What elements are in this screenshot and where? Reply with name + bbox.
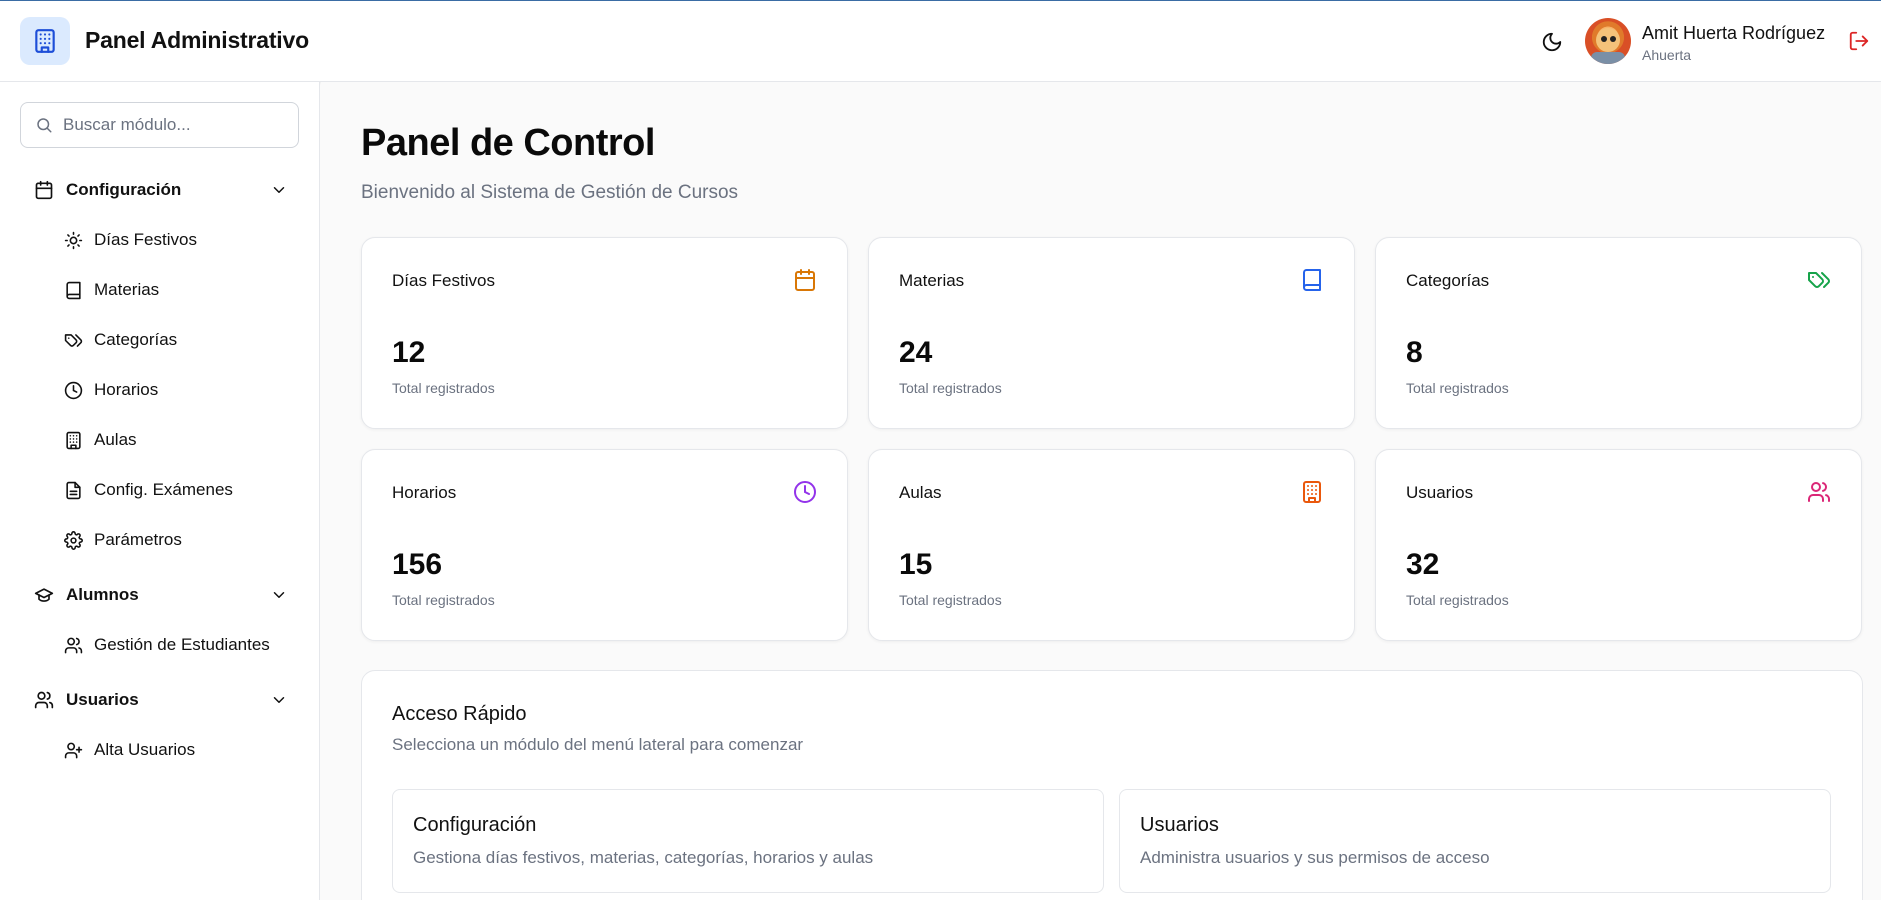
stat-card-title: Aulas — [899, 483, 942, 502]
stat-card-title: Usuarios — [1406, 483, 1474, 502]
quick-access-subtitle: Selecciona un módulo del menú lateral pa… — [392, 735, 804, 754]
book-icon — [1300, 268, 1324, 292]
stat-card-value: 32 — [1406, 548, 1440, 581]
sidebar-section-alumnos[interactable]: Alumnos — [34, 580, 288, 610]
sidebar-section-label: Configuración — [66, 180, 182, 199]
quick-card-description: Gestiona días festivos, materias, catego… — [413, 848, 874, 867]
chevron-down-icon — [270, 181, 288, 199]
clock-icon — [793, 480, 817, 504]
user-name: Amit Huerta Rodríguez — [1642, 23, 1826, 43]
stat-card-value: 156 — [392, 548, 443, 581]
quick-card-usuarios[interactable]: Usuarios Administra usuarios y sus permi… — [1119, 789, 1831, 893]
moon-icon — [1541, 31, 1563, 53]
sidebar-item-label: Config. Exámenes — [94, 480, 233, 499]
calendar-icon — [34, 180, 54, 200]
theme-toggle-button[interactable] — [1538, 28, 1566, 56]
calendar-icon — [793, 268, 817, 292]
sidebar-section-usuarios[interactable]: Usuarios — [34, 685, 288, 715]
stat-card-subtitle: Total registrados — [899, 592, 1002, 608]
graduation-cap-icon — [34, 585, 54, 605]
sidebar-item-label: Materias — [94, 280, 160, 299]
tags-icon — [64, 331, 83, 350]
brand-logo[interactable] — [20, 17, 70, 65]
stat-card-value: 24 — [899, 336, 933, 369]
search-box — [20, 102, 299, 148]
stat-card-value: 12 — [392, 336, 426, 369]
quick-card-title: Usuarios — [1140, 814, 1219, 836]
sidebar-item-label: Parámetros — [94, 530, 182, 549]
page-subtitle: Bienvenido al Sistema de Gestión de Curs… — [361, 182, 739, 203]
sidebar-item-label: Horarios — [94, 380, 159, 399]
logout-icon — [1848, 30, 1872, 52]
stat-card-categorias[interactable]: Categorías 8 Total registrados — [1375, 237, 1862, 429]
sidebar-item-horarios[interactable]: Horarios — [64, 375, 294, 405]
sun-icon — [64, 231, 83, 250]
stat-card-subtitle: Total registrados — [899, 380, 1002, 396]
stat-card-usuarios[interactable]: Usuarios 32 Total registrados — [1375, 449, 1862, 641]
sidebar-item-config-examenes[interactable]: Config. Exámenes — [64, 475, 294, 505]
app-header: Panel Administrativo Amit Huerta Rodrígu… — [0, 1, 1881, 82]
sidebar-item-dias-festivos[interactable]: Días Festivos — [64, 225, 294, 255]
search-icon — [35, 116, 53, 134]
chevron-down-icon — [270, 586, 288, 604]
stat-card-title: Días Festivos — [392, 271, 495, 290]
search-input[interactable] — [63, 115, 283, 135]
sidebar-section-label: Alumnos — [66, 585, 139, 604]
quick-access-title: Acceso Rápido — [392, 703, 527, 725]
sidebar-section-configuracion[interactable]: Configuración — [34, 175, 288, 205]
stat-card-subtitle: Total registrados — [1406, 380, 1509, 396]
sidebar-item-gestion-estudiantes[interactable]: Gestión de Estudiantes — [64, 630, 294, 660]
logout-button[interactable] — [1848, 30, 1872, 54]
quick-card-title: Configuración — [413, 814, 537, 836]
sidebar-section-label: Usuarios — [66, 690, 139, 709]
stat-card-subtitle: Total registrados — [1406, 592, 1509, 608]
stat-card-value: 8 — [1406, 336, 1423, 369]
sidebar-item-label: Gestión de Estudiantes — [94, 635, 270, 654]
stat-card-materias[interactable]: Materias 24 Total registrados — [868, 237, 1355, 429]
sidebar-item-alta-usuarios[interactable]: Alta Usuarios — [64, 735, 294, 765]
sidebar-item-parametros[interactable]: Parámetros — [64, 525, 294, 555]
app-title: Panel Administrativo — [85, 27, 309, 53]
sidebar-item-materias[interactable]: Materias — [64, 275, 294, 305]
clock-icon — [64, 381, 83, 400]
sidebar-item-label: Días Festivos — [94, 230, 197, 249]
avatar[interactable] — [1585, 18, 1631, 64]
tags-icon — [1807, 268, 1831, 292]
main-content: Panel de Control Bienvenido al Sistema d… — [321, 82, 1881, 900]
stat-card-title: Horarios — [392, 483, 457, 502]
quick-card-description: Administra usuarios y sus permisos de ac… — [1140, 848, 1490, 867]
chevron-down-icon — [270, 691, 288, 709]
stat-card-title: Materias — [899, 271, 965, 290]
page-title: Panel de Control — [361, 122, 655, 164]
user-plus-icon — [64, 741, 83, 760]
file-text-icon — [64, 481, 83, 500]
quick-card-configuracion[interactable]: Configuración Gestiona días festivos, ma… — [392, 789, 1104, 893]
sidebar-item-label: Alta Usuarios — [94, 740, 196, 759]
users-icon — [1807, 480, 1831, 504]
stat-card-subtitle: Total registrados — [392, 592, 495, 608]
sidebar-item-label: Aulas — [94, 430, 137, 449]
building-icon — [32, 28, 58, 54]
stat-card-horarios[interactable]: Horarios 156 Total registrados — [361, 449, 848, 641]
quick-access-panel: Acceso Rápido Selecciona un módulo del m… — [361, 670, 1863, 900]
users-icon — [64, 636, 83, 655]
users-icon — [34, 690, 54, 710]
stat-card-title: Categorías — [1406, 271, 1490, 290]
sidebar-item-categorias[interactable]: Categorías — [64, 325, 294, 355]
stat-card-dias-festivos[interactable]: Días Festivos 12 Total registrados — [361, 237, 848, 429]
sidebar-item-label: Categorías — [94, 330, 178, 349]
stat-card-aulas[interactable]: Aulas 15 Total registrados — [868, 449, 1355, 641]
user-handle: Ahuerta — [1642, 47, 1692, 63]
sidebar-item-aulas[interactable]: Aulas — [64, 425, 294, 455]
stat-card-subtitle: Total registrados — [392, 380, 495, 396]
building-icon — [64, 431, 83, 450]
building-icon — [1300, 480, 1324, 504]
stat-card-value: 15 — [899, 548, 933, 581]
sidebar: Configuración Días Festivos Materias Cat… — [0, 82, 320, 900]
gear-icon — [64, 530, 83, 550]
book-icon — [64, 281, 83, 300]
